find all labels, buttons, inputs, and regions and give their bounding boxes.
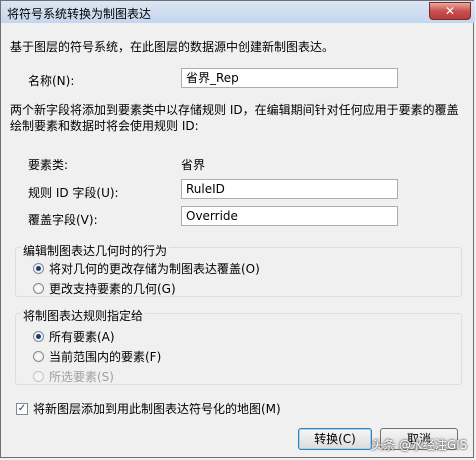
radio-button-checked[interactable]: [33, 263, 44, 274]
radio-selected-features: 所选要素(S): [33, 368, 114, 385]
close-button[interactable]: ✕: [429, 2, 471, 20]
intro-text: 基于图层的符号系统，在此图层的数据源中创建新制图表达。: [10, 40, 335, 54]
radio-label: 所有要素(A): [49, 330, 115, 344]
override-label: 覆盖字段(V):: [28, 213, 98, 227]
add-layer-checkbox-row[interactable]: ✓ 将新图层添加到用此制图表达符号化的地图(M): [16, 400, 281, 417]
radio-store-as-override[interactable]: 将对几何的更改存储为制图表达覆盖(O): [33, 260, 260, 277]
geometry-group-title: 编辑制图表达几何时的行为: [21, 242, 170, 259]
rule-id-input[interactable]: RuleID: [181, 179, 398, 199]
radio-button-checked[interactable]: [33, 331, 44, 342]
override-input[interactable]: Override: [181, 206, 398, 226]
radio-button[interactable]: [33, 283, 44, 294]
radio-button[interactable]: [33, 351, 44, 362]
radio-button-disabled: [33, 371, 44, 382]
dialog-window: 将符号系统转换为制图表达 ✕ 基于图层的符号系统，在此图层的数据源中创建新制图表…: [0, 0, 475, 458]
name-input[interactable]: 省界_Rep: [181, 68, 398, 88]
add-layer-label: 将新图层添加到用此制图表达符号化的地图(M): [33, 402, 281, 416]
name-label: 名称(N):: [28, 74, 75, 88]
radio-label: 将对几何的更改存储为制图表达覆盖(O): [49, 262, 260, 276]
radio-label: 所选要素(S): [49, 370, 114, 384]
radio-change-feature-geometry[interactable]: 更改支持要素的几何(G): [33, 280, 176, 297]
title-bar[interactable]: 将符号系统转换为制图表达 ✕: [1, 1, 475, 23]
convert-button[interactable]: 转换(C): [298, 428, 372, 450]
radio-label: 当前范围内的要素(F): [49, 350, 162, 364]
feature-class-label: 要素类:: [28, 158, 69, 172]
feature-class-value: 省界: [181, 158, 206, 172]
assign-group-title: 将制图表达规则指定给: [21, 307, 146, 324]
window-title: 将符号系统转换为制图表达: [7, 7, 152, 21]
radio-features-in-extent[interactable]: 当前范围内的要素(F): [33, 348, 161, 365]
watermark-text: 头条 @水经注GIS: [371, 438, 468, 452]
checkbox-checked[interactable]: ✓: [16, 402, 28, 415]
description-text: 两个新字段将添加到要素类中以存储规则 ID，在编辑期间针对任何应用于要素的覆盖绘…: [10, 103, 459, 133]
rule-id-label: 规则 ID 字段(U):: [28, 186, 119, 200]
radio-all-features[interactable]: 所有要素(A): [33, 328, 115, 345]
radio-label: 更改支持要素的几何(G): [49, 282, 176, 296]
